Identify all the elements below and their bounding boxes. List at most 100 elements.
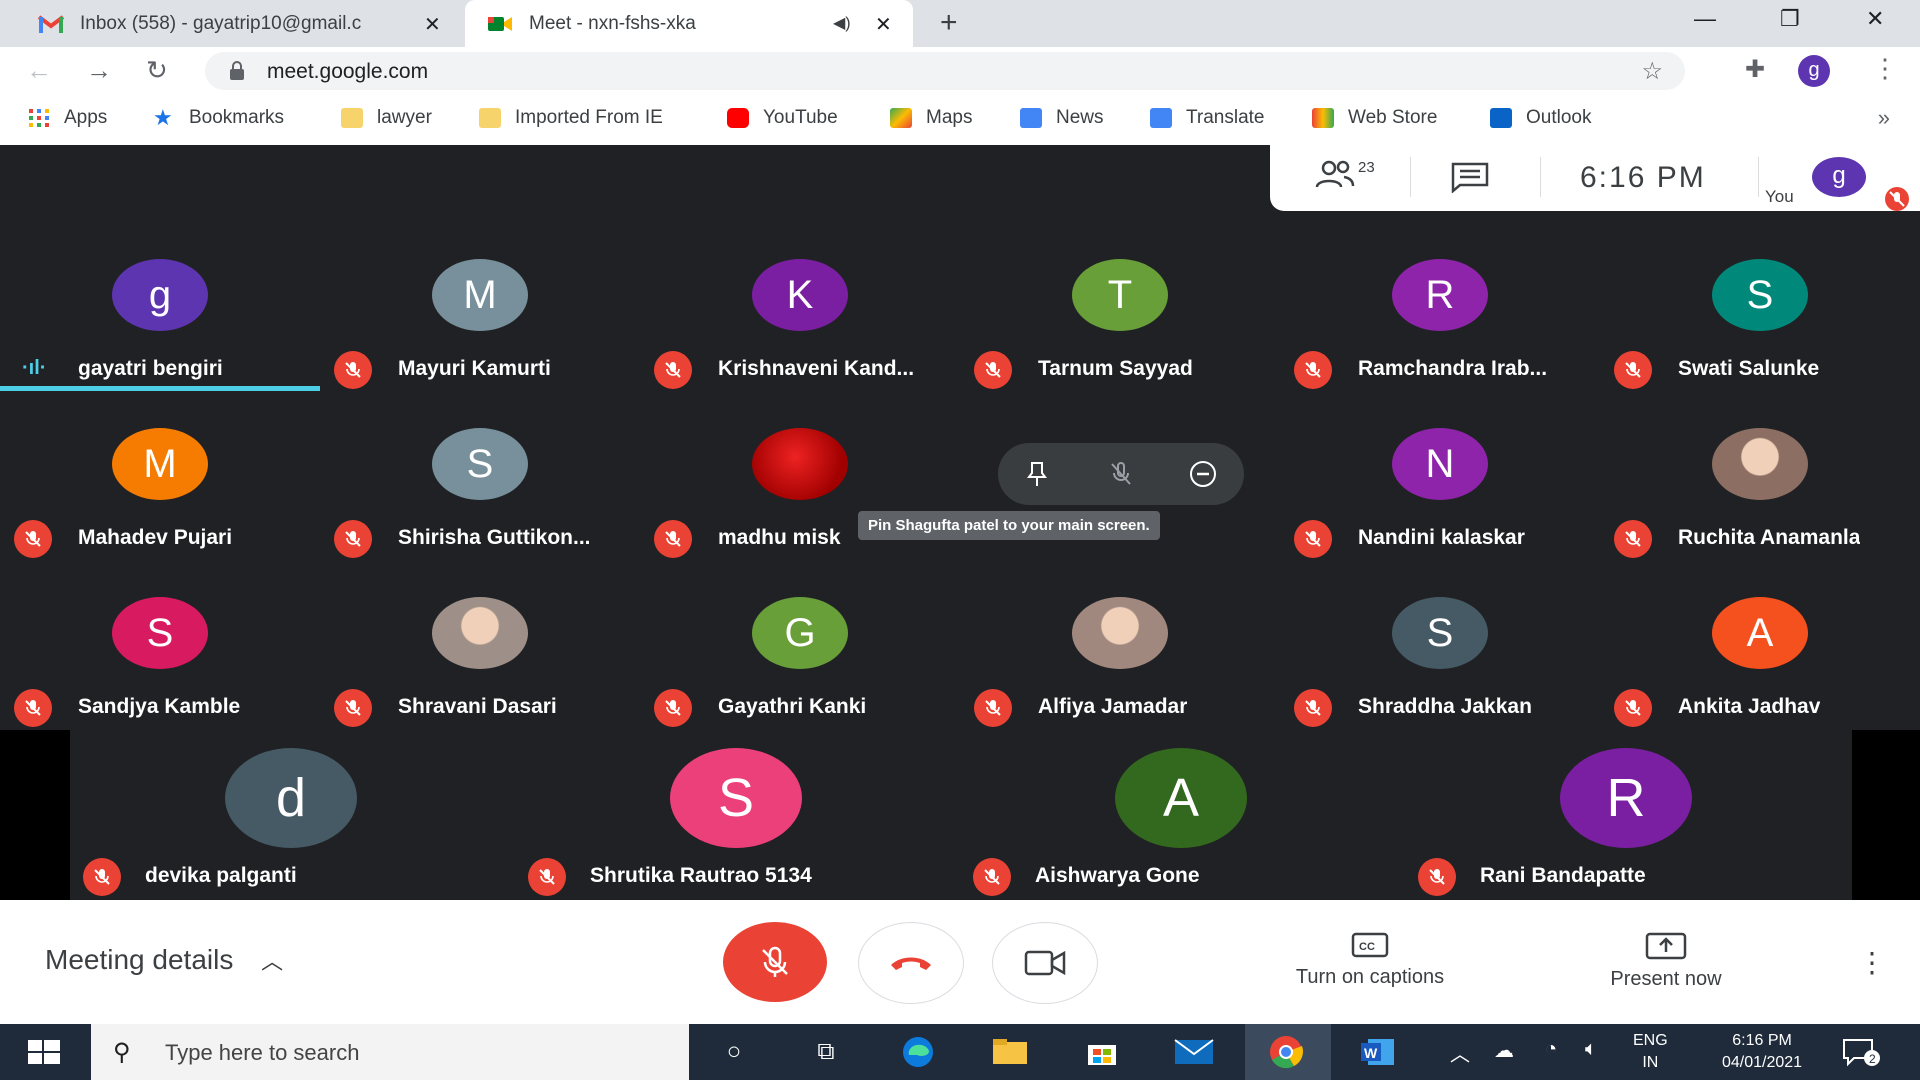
file-explorer-icon[interactable] — [990, 1034, 1030, 1070]
bookmark-bookmarks[interactable]: ★ Bookmarks — [153, 107, 284, 129]
mail-icon[interactable] — [1174, 1034, 1214, 1070]
participant-avatar: G — [752, 597, 848, 669]
muted-mic-icon — [1294, 351, 1332, 389]
participant-avatar: S — [432, 428, 528, 500]
store-icon[interactable] — [1082, 1034, 1122, 1070]
people-icon — [1315, 160, 1355, 188]
more-options-icon[interactable]: ⋮ — [1858, 946, 1886, 979]
participants-button[interactable]: 23 — [1314, 159, 1375, 189]
tab-title: Inbox (558) - gayatrip10@gmail.c — [80, 12, 362, 34]
muted-mic-icon — [334, 689, 372, 727]
bookmark-outlook[interactable]: Outlook — [1490, 107, 1591, 129]
camera-button[interactable] — [992, 922, 1098, 1004]
participant-name: Mayuri Kamurti — [398, 357, 551, 380]
input-language[interactable]: ENG IN — [1633, 1030, 1668, 1074]
participant-name: Ramchandra Irab... — [1358, 357, 1548, 380]
bookmark-maps[interactable]: Maps — [890, 107, 972, 129]
leave-call-button[interactable] — [858, 922, 964, 1004]
close-tab-icon[interactable]: ✕ — [424, 12, 441, 37]
self-avatar[interactable]: g — [1812, 157, 1866, 197]
close-window-icon[interactable]: ✕ — [1866, 6, 1884, 32]
bookmark-imported[interactable]: Imported From IE — [479, 107, 663, 129]
wifi-icon[interactable]: ◔ — [1545, 1038, 1557, 1061]
bookmark-star-icon[interactable]: ☆ — [1641, 57, 1663, 86]
remove-participant-icon[interactable] — [1182, 453, 1224, 495]
hang-up-icon — [891, 957, 931, 970]
onedrive-icon[interactable]: ☁ — [1494, 1038, 1514, 1063]
chrome-icon[interactable] — [1266, 1034, 1306, 1070]
tab-gmail[interactable]: Inbox (558) - gayatrip10@gmail.c ✕ — [0, 0, 462, 47]
muted-mic-icon — [974, 351, 1012, 389]
bookmark-webstore[interactable]: Web Store — [1312, 107, 1437, 129]
profile-avatar[interactable]: g — [1798, 55, 1830, 87]
restore-icon[interactable]: ❐ — [1780, 6, 1800, 32]
participant-avatar: S — [670, 748, 802, 848]
forward-icon[interactable]: → — [86, 55, 112, 86]
participant-name: madhu misk — [718, 526, 841, 549]
pin-tooltip: Pin Shagufta patel to your main screen. — [858, 511, 1160, 540]
bookmark-label: Outlook — [1526, 107, 1592, 128]
closed-captions-icon: CC — [1351, 932, 1389, 958]
back-icon[interactable]: ← — [26, 55, 52, 86]
close-tab-icon[interactable]: ✕ — [875, 12, 892, 37]
meet-icon — [487, 14, 513, 34]
muted-mic-icon — [1294, 689, 1332, 727]
lock-icon[interactable] — [229, 61, 245, 86]
participant-name: devika palganti — [145, 864, 297, 887]
new-tab-button[interactable]: + — [940, 6, 958, 40]
search-placeholder: Type here to search — [165, 1040, 360, 1065]
captions-label: Turn on captions — [1295, 966, 1445, 988]
speaker-icon[interactable]: ◀︎) — [833, 13, 851, 33]
bookmark-lawyer[interactable]: lawyer — [341, 107, 432, 129]
pin-icon[interactable] — [1016, 453, 1058, 495]
meeting-details-button[interactable]: Meeting details ︿ — [45, 944, 283, 976]
tile-hover-controls — [998, 443, 1244, 505]
divider — [1540, 157, 1541, 197]
word-icon[interactable]: W — [1358, 1034, 1398, 1070]
gmail-icon — [38, 14, 64, 34]
muted-mic-icon — [1614, 689, 1652, 727]
participant-name: Gayathri Kanki — [718, 695, 867, 718]
bookmark-apps[interactable]: Apps — [28, 107, 107, 129]
cortana-icon[interactable]: ○ — [714, 1034, 754, 1070]
taskbar-search-box[interactable]: ⚲ Type here to search — [91, 1024, 689, 1080]
task-view-icon[interactable]: ⧉ — [806, 1034, 846, 1070]
notifications-icon[interactable]: 2 — [1842, 1038, 1882, 1073]
bookmark-youtube[interactable]: YouTube — [727, 107, 838, 129]
taskbar-clock[interactable]: 6:16 PM 04/01/2021 — [1722, 1030, 1802, 1074]
camera-icon — [1024, 950, 1066, 976]
reload-icon[interactable]: ↻ — [146, 55, 168, 86]
bookmark-translate[interactable]: Translate — [1150, 107, 1265, 129]
grid-edge — [0, 730, 70, 900]
muted-mic-icon — [1614, 520, 1652, 558]
bookmark-news[interactable]: News — [1020, 107, 1104, 129]
participant-grid: g ·ıl· gayatri bengiri M Mayuri Kamurti K Kris… — [0, 223, 1920, 900]
address-bar[interactable]: meet.google.com ☆ — [205, 52, 1685, 90]
show-hidden-icons[interactable]: ︿ — [1450, 1038, 1470, 1067]
present-now-button[interactable]: Present now — [1578, 932, 1754, 991]
more-bookmarks-icon[interactable]: » — [1878, 105, 1890, 131]
volume-icon[interactable]: 🔈︎ — [1585, 1038, 1597, 1061]
muted-mic-icon — [1418, 858, 1456, 896]
mute-participant-icon[interactable] — [1100, 453, 1142, 495]
notification-count: 2 — [1869, 1052, 1876, 1066]
muted-mic-icon — [528, 858, 566, 896]
chat-icon[interactable] — [1450, 161, 1490, 198]
unmute-button[interactable] — [723, 922, 827, 1002]
browser-menu-icon[interactable]: ⋮ — [1872, 53, 1898, 84]
mic-off-icon — [762, 946, 788, 977]
windows-start-icon[interactable] — [28, 1040, 60, 1071]
outlook-icon — [1490, 108, 1512, 128]
youtube-icon — [727, 108, 749, 128]
bookmark-label: Translate — [1186, 107, 1265, 128]
participant-name: Sandjya Kamble — [78, 695, 241, 718]
captions-button[interactable]: CC Turn on captions — [1270, 932, 1470, 989]
participant-name: Swati Salunke — [1678, 357, 1820, 380]
tab-meet[interactable]: Meet - nxn-fshs-xka ◀︎) ✕ — [465, 0, 913, 47]
meeting-info-panel: 23 6:16 PM You g — [1270, 145, 1920, 211]
bookmark-label: Imported From IE — [515, 107, 663, 128]
extensions-icon[interactable]: ✚ — [1745, 55, 1765, 84]
edge-icon[interactable] — [898, 1034, 938, 1070]
minimize-icon[interactable]: — — [1694, 6, 1716, 32]
bookmarks-bar: Apps ★ Bookmarks lawyer Imported From IE… — [0, 95, 1920, 146]
